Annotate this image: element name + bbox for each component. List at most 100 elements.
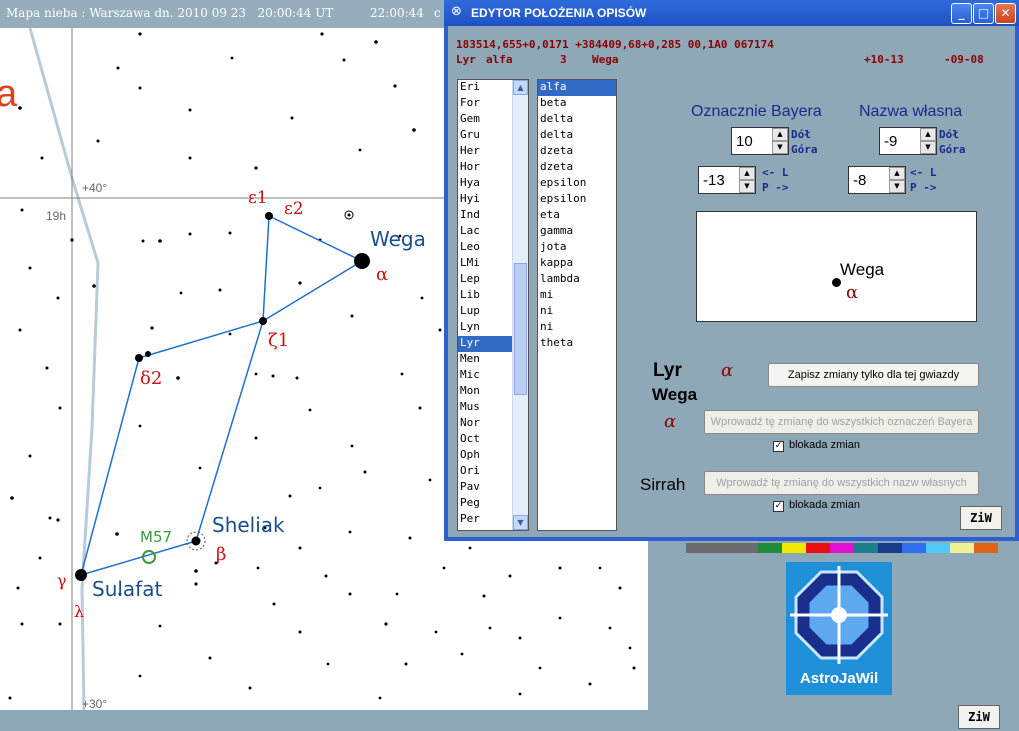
name-vertical-value: -9 (884, 133, 898, 150)
name-horizontal-spinner[interactable]: -8 ▲ ▼ (848, 166, 906, 194)
greek-item-dzeta[interactable]: dzeta (538, 160, 616, 176)
constellation-list[interactable]: Eri For Gem Gru Her Hor Hya Hyi Ind Lac Leo LMi Lep L… (457, 79, 529, 531)
label-wega: Wega (370, 227, 426, 251)
greek-item-lambda[interactable]: lambda (538, 272, 616, 288)
close-button[interactable]: ✕ (995, 3, 1016, 24)
spin-up-icon[interactable]: ▲ (889, 167, 905, 180)
spin-down-icon[interactable]: ▼ (739, 180, 755, 193)
star-sheliak[interactable] (191, 536, 201, 546)
info-offset1: +10-13 (864, 53, 904, 66)
editor-window: ⊗ EDYTOR POŁOŻENIA OPISÓW _ □ ✕ 183514,6… (444, 0, 1019, 541)
palette-swatch[interactable] (854, 543, 878, 553)
palette-swatch[interactable] (902, 543, 926, 553)
star-delta1[interactable] (145, 351, 151, 357)
milky-way-boundary (28, 28, 100, 710)
bayer-vertical-value: 10 (736, 133, 753, 150)
greek-item-jota[interactable]: jota (538, 240, 616, 256)
greek-letter-list[interactable]: alfa beta delta delta dzeta dzeta epsilon epsil… (537, 79, 617, 531)
map-bottom-strip (0, 710, 648, 731)
save-star-button[interactable]: Zapisz zmiany tylko dla tej gwiazdy (768, 363, 979, 387)
bayer-right-label: P -> (762, 181, 789, 194)
info-greek: alfa (486, 53, 513, 66)
palette-swatch[interactable] (782, 543, 806, 553)
greek-item-mi[interactable]: mi (538, 288, 616, 304)
current-constellation: Lyr (653, 360, 682, 381)
minimize-button[interactable]: _ (951, 3, 972, 24)
maximize-button[interactable]: □ (973, 3, 994, 24)
ziw-button[interactable]: ZiW (960, 506, 1002, 530)
star-epsilon1[interactable] (265, 212, 273, 220)
bayer-vertical-spinner[interactable]: 10 ▲ ▼ (731, 127, 789, 155)
palette-swatch[interactable] (734, 543, 758, 553)
editor-title-bar[interactable]: ⊗ EDYTOR POŁOŻENIA OPISÓW _ □ ✕ (444, 0, 1019, 26)
spin-up-icon[interactable]: ▲ (739, 167, 755, 180)
label-gamma: γ (57, 571, 67, 590)
partial-constellation-label: a (0, 73, 18, 115)
bottom-ziw-button[interactable]: ZiW (958, 705, 1000, 729)
name-vertical-spinner[interactable]: -9 ▲ ▼ (879, 127, 937, 155)
name-left-label: <- L (910, 166, 937, 179)
apply-names-button[interactable]: Wprowadź tę zmianę do wszystkich nazw wł… (704, 471, 979, 495)
palette-swatch[interactable] (830, 543, 854, 553)
greek-items: alfa beta delta delta dzeta dzeta epsilon epsil… (538, 80, 616, 352)
greek-item-epsilon[interactable]: epsilon (538, 176, 616, 192)
spin-down-icon[interactable]: ▼ (772, 141, 788, 154)
bayer-header: Oznacznie Bayera (691, 103, 822, 120)
palette-swatch[interactable] (926, 543, 950, 553)
palette-swatch[interactable] (950, 543, 974, 553)
greek-item-eta[interactable]: eta (538, 208, 616, 224)
m57-marker[interactable] (142, 550, 156, 564)
greek-item-alfa[interactable]: alfa (538, 80, 616, 96)
palette-swatch[interactable] (806, 543, 830, 553)
editor-body: 183514,655+0,0171 +384409,68+0,285 00,1A… (448, 26, 1015, 537)
greek-item-beta[interactable]: beta (538, 96, 616, 112)
greek-item-epsilon[interactable]: epsilon (538, 192, 616, 208)
greek-item-kappa[interactable]: kappa (538, 256, 616, 272)
bayer-horizontal-spinner[interactable]: -13 ▲ ▼ (698, 166, 756, 194)
label-beta: β (216, 544, 226, 565)
scroll-up-icon[interactable]: ▲ (513, 80, 528, 95)
greek-item-gamma[interactable]: gamma (538, 224, 616, 240)
star-sulafat[interactable] (75, 569, 87, 581)
dec-label-top: +40° (82, 181, 107, 195)
palette-swatch[interactable] (758, 543, 782, 553)
info-name: Wega (592, 53, 619, 66)
sirrah-label: Sirrah (640, 475, 686, 494)
star-zeta1[interactable] (259, 317, 267, 325)
scroll-thumb[interactable] (514, 263, 527, 395)
spin-up-icon[interactable]: ▲ (920, 128, 936, 141)
greek-item-ni[interactable]: ni (538, 320, 616, 336)
greek-item-delta[interactable]: delta (538, 128, 616, 144)
star-wega[interactable] (354, 253, 370, 269)
greek-item-dzeta[interactable]: dzeta (538, 144, 616, 160)
name-right-label: P -> (910, 181, 937, 194)
scroll-down-icon[interactable]: ▼ (513, 515, 528, 530)
ra-label: 19h (46, 209, 66, 223)
spin-down-icon[interactable]: ▼ (920, 141, 936, 154)
info-number: 3 (560, 53, 567, 66)
label-alpha: α (376, 264, 388, 285)
bayer-up-label: Góra (791, 143, 818, 156)
greek-item-theta[interactable]: theta (538, 336, 616, 352)
lock-bayer-checkbox[interactable]: ✓ (773, 441, 784, 452)
palette-swatch[interactable] (686, 543, 710, 553)
label-sheliak: Sheliak (212, 513, 285, 537)
palette-swatch[interactable] (974, 543, 998, 553)
greek-item-delta[interactable]: delta (538, 112, 616, 128)
lock-names-checkbox[interactable]: ✓ (773, 501, 784, 512)
map-title: Mapa nieba : Warszawa dn. 2010 09 23 20:… (6, 6, 334, 20)
palette-swatch[interactable] (710, 543, 734, 553)
greek-item-ni[interactable]: ni (538, 304, 616, 320)
palette-swatch[interactable] (878, 543, 902, 553)
star-delta2[interactable] (135, 354, 143, 362)
constellation-scrollbar[interactable]: ▲ ▼ (512, 80, 528, 530)
star-epsilon2[interactable] (347, 213, 351, 217)
bayer-horizontal-value: -13 (703, 172, 725, 189)
spin-up-icon[interactable]: ▲ (772, 128, 788, 141)
label-delta2: δ2 (140, 368, 162, 389)
apply-bayer-button[interactable]: Wprowadź tę zmianę do wszystkich oznacze… (704, 410, 979, 434)
label-zeta1: ζ1 (268, 330, 289, 351)
lock-names-label: blokada zmian (789, 499, 860, 511)
label-m57: M57 (140, 528, 172, 546)
spin-down-icon[interactable]: ▼ (889, 180, 905, 193)
